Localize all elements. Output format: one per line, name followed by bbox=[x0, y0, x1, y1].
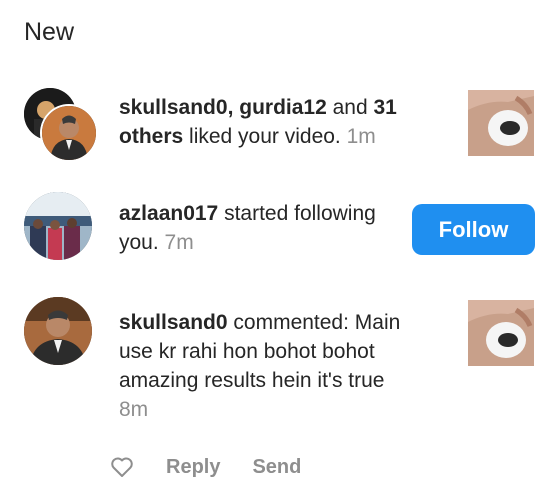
others-count[interactable]: 31 bbox=[374, 96, 397, 119]
username-link[interactable]: skullsand0 bbox=[119, 96, 228, 119]
section-title: New bbox=[24, 18, 75, 46]
action-text: liked your video. bbox=[183, 125, 347, 148]
avatar-stack-front[interactable] bbox=[40, 104, 98, 162]
reply-button[interactable]: Reply bbox=[166, 456, 220, 479]
notification-text: skullsand0, gurdia12 and 31 others liked… bbox=[119, 96, 397, 148]
comment-actions: Reply Send bbox=[110, 452, 301, 482]
timestamp: 7m bbox=[164, 231, 194, 254]
timestamp: 8m bbox=[119, 398, 149, 421]
send-button[interactable]: Send bbox=[252, 456, 301, 479]
notification-text: azlaan017 started following you. 7m bbox=[119, 199, 389, 257]
timestamp: 1m bbox=[346, 125, 376, 148]
action-text: commented: bbox=[227, 311, 349, 334]
follow-button[interactable]: Follow bbox=[412, 204, 535, 255]
video-thumbnail[interactable] bbox=[468, 300, 534, 366]
avatar[interactable] bbox=[24, 192, 92, 260]
username-link[interactable]: azlaan017 bbox=[119, 202, 218, 225]
heart-icon[interactable] bbox=[110, 456, 134, 478]
video-thumbnail[interactable] bbox=[468, 90, 534, 156]
username-link[interactable]: gurdia12 bbox=[239, 96, 327, 119]
username-link[interactable]: skullsand0 bbox=[119, 311, 228, 334]
others-word[interactable]: others bbox=[119, 125, 183, 148]
avatar[interactable] bbox=[24, 297, 92, 365]
notification-text: skullsand0 commented: Main use kr rahi h… bbox=[119, 308, 419, 424]
